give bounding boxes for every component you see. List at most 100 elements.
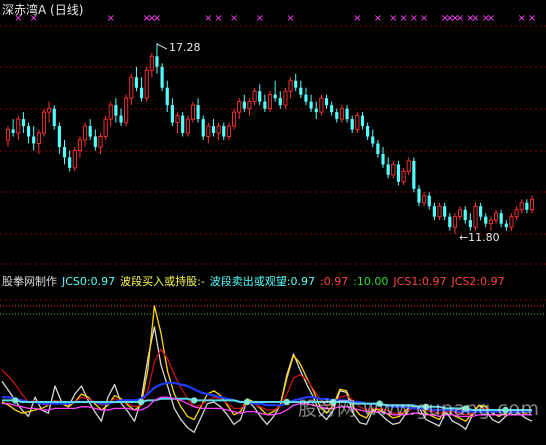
high-arrow xyxy=(156,43,168,50)
candle-body xyxy=(16,118,21,134)
candle-body xyxy=(309,101,313,109)
candle-body xyxy=(473,205,478,228)
candle-body xyxy=(371,136,375,144)
marker-cross: × xyxy=(214,13,222,24)
candle-body xyxy=(114,105,118,116)
candle-body xyxy=(339,108,344,120)
candle-body xyxy=(335,112,339,120)
candle-body xyxy=(493,212,499,221)
candle-body xyxy=(479,206,483,217)
candle-body xyxy=(288,80,293,92)
indicator-legend-item: 波段买入或持股:- xyxy=(120,275,205,288)
candle-body xyxy=(190,104,195,120)
chart-title: 深赤湾A (日线) xyxy=(2,3,84,17)
candle-body xyxy=(452,216,457,228)
candle-body xyxy=(62,146,67,158)
candle-body xyxy=(98,136,103,148)
candle-body xyxy=(181,115,185,134)
candle-body xyxy=(83,125,88,141)
candle-body xyxy=(72,150,77,169)
low-price-label: ←11.80 xyxy=(458,231,500,245)
candle-body xyxy=(355,115,360,130)
candle-body xyxy=(201,119,205,137)
candle-body xyxy=(36,132,41,144)
candle-body xyxy=(427,195,431,207)
candle-body xyxy=(484,216,488,224)
candle-body xyxy=(170,105,174,123)
signal-dot xyxy=(243,398,251,406)
candle-body xyxy=(350,119,354,130)
grid-lines xyxy=(0,25,546,301)
candle-body xyxy=(144,69,149,99)
candle-body xyxy=(381,153,385,165)
marker-cross: × xyxy=(487,13,495,24)
candle-body xyxy=(463,209,467,221)
marker-cross: × xyxy=(410,13,418,24)
price-annotation-arrows xyxy=(156,43,168,50)
candle-body xyxy=(226,125,231,137)
marker-cross: × xyxy=(353,13,361,24)
candle-body xyxy=(519,202,524,211)
candle-body xyxy=(417,188,421,203)
marker-cross: × xyxy=(256,13,264,24)
candle-body xyxy=(68,157,72,168)
candle-body xyxy=(134,77,139,88)
marker-cross: × xyxy=(471,13,479,24)
candle-body xyxy=(47,108,52,113)
candle-body xyxy=(160,66,164,88)
candle-body xyxy=(21,119,26,127)
candle-body xyxy=(26,126,31,137)
candle-body xyxy=(360,115,365,127)
high-price-label: 17.28 xyxy=(168,41,201,55)
candle-body xyxy=(175,115,180,124)
candle-body xyxy=(458,209,463,218)
candle-body xyxy=(278,98,282,106)
candle-body xyxy=(93,136,97,147)
candle-body xyxy=(396,164,401,182)
candle-body xyxy=(155,56,159,67)
candle-body xyxy=(330,105,334,113)
candle-body xyxy=(294,80,298,88)
candle-body xyxy=(504,223,508,228)
stock-chart-canvas: × × × ××× × × × × × × × × × × × ×××× ×× ×× × × xyxy=(0,13,546,434)
candle-body xyxy=(222,126,226,137)
chart-window: × × × × × × × × × × × × × × × × × × × × × × × × × × × 深赤湾A (日线) 17… xyxy=(0,0,546,445)
candle-body xyxy=(345,108,349,120)
candle-body xyxy=(32,136,36,144)
candle-body xyxy=(149,55,154,71)
candle-body xyxy=(283,90,288,106)
candle-body xyxy=(185,118,190,134)
indicator-legend-item: :10.00 xyxy=(353,275,389,288)
marker-cross: × xyxy=(107,13,115,24)
candle-body xyxy=(247,101,252,110)
candle-body xyxy=(77,139,82,151)
candle-body xyxy=(391,163,396,176)
candle-body xyxy=(437,205,442,218)
signal-markers: × × × ××× × × × × × × × × × × × ×××× ×× ×× × × xyxy=(14,13,536,24)
candle-body xyxy=(525,202,529,210)
candle-body xyxy=(319,97,324,113)
indicator-legend-bar: 股拳网制作 JCS0:0.97 波段买入或持股:- 波段卖出或观望:0.97:0.97… xyxy=(2,273,510,289)
candle-body xyxy=(216,125,221,134)
candlestick-series xyxy=(5,43,535,235)
marker-cross: × xyxy=(420,13,428,24)
candle-body xyxy=(422,195,427,204)
candle-body xyxy=(509,216,514,228)
candle-body xyxy=(108,104,113,120)
candle-body xyxy=(267,94,273,110)
indicator-legend-item: 股拳网制作 xyxy=(2,275,57,288)
signal-dot xyxy=(137,398,145,406)
candle-body xyxy=(88,126,92,137)
candle-body xyxy=(448,216,452,228)
indicator-legend-item: JCS0:0.97 xyxy=(62,275,116,288)
marker-cross: × xyxy=(374,13,382,24)
marker-cross: × xyxy=(204,13,212,24)
signal-dot xyxy=(12,397,19,404)
signal-dot xyxy=(190,397,198,404)
candle-body xyxy=(401,170,406,183)
candle-body xyxy=(488,219,493,225)
candle-body xyxy=(124,97,129,124)
watermark: 股旁网 www.gupang.com xyxy=(298,398,540,420)
candle-body xyxy=(386,164,390,175)
marker-cross: × xyxy=(456,13,464,24)
